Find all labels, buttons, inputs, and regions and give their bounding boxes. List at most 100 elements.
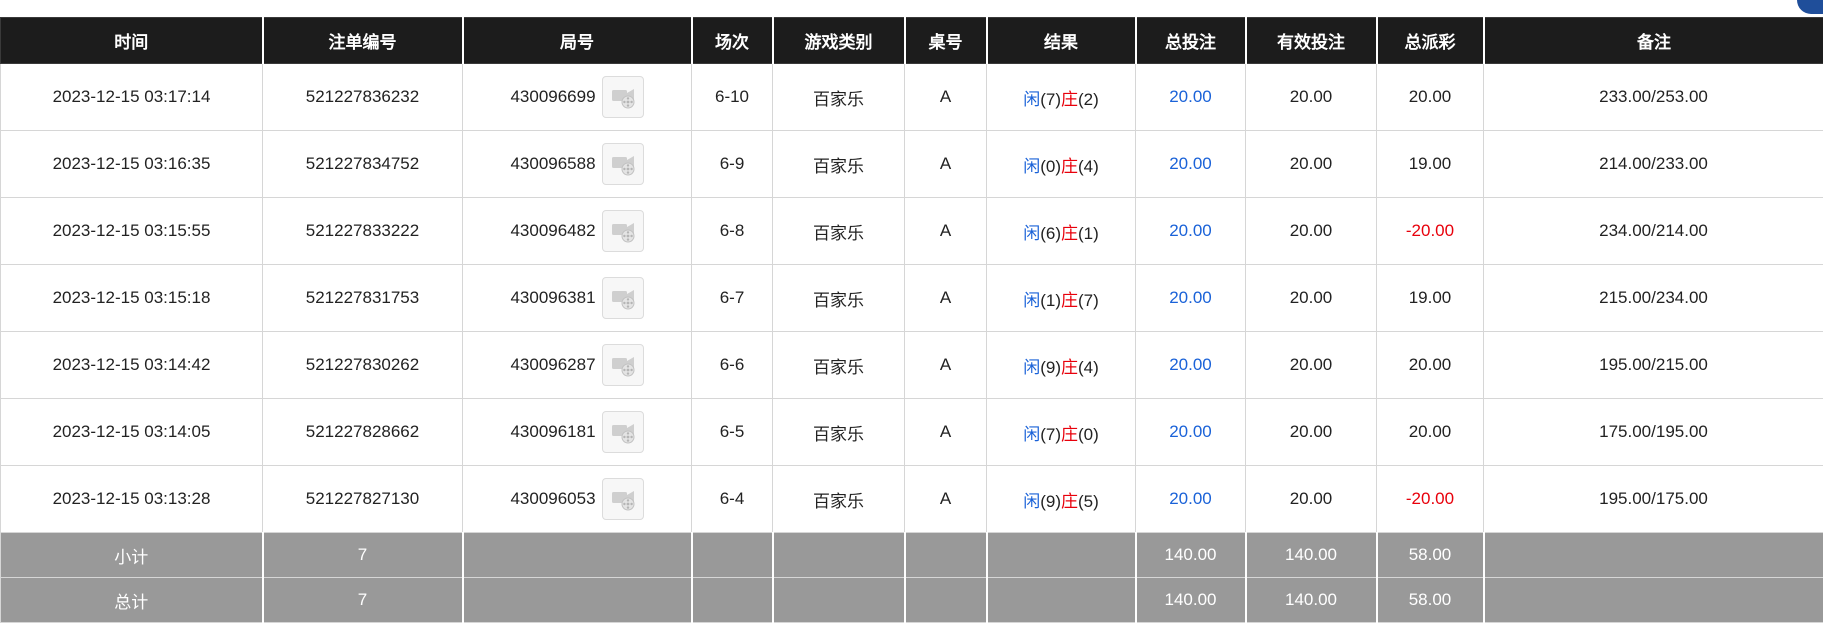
cell-valid-bet: 20.00 bbox=[1246, 466, 1377, 533]
result-banker-score: (4) bbox=[1078, 358, 1099, 377]
video-replay-button[interactable] bbox=[602, 210, 644, 252]
header-table-no: 桌号 bbox=[905, 18, 987, 64]
cell-time: 2023-12-15 03:13:28 bbox=[1, 466, 263, 533]
video-replay-button[interactable] bbox=[602, 478, 644, 520]
round-id-text: 430096699 bbox=[510, 87, 595, 107]
cell-result: 闲(9)庄(5) bbox=[987, 466, 1136, 533]
cell-time: 2023-12-15 03:14:42 bbox=[1, 332, 263, 399]
round-id-group: 430096482 bbox=[510, 210, 643, 252]
cell-payout: -20.00 bbox=[1377, 466, 1484, 533]
round-id-text: 430096588 bbox=[510, 154, 595, 174]
cell-total-bet: 20.00 bbox=[1136, 265, 1246, 332]
header-payout: 总派彩 bbox=[1377, 18, 1484, 64]
video-replay-button[interactable] bbox=[602, 143, 644, 185]
cell-session: 6-5 bbox=[692, 399, 773, 466]
result-player-score: (6) bbox=[1040, 224, 1061, 243]
bet-record-table: 时间 注单编号 局号 场次 游戏类别 桌号 结果 总投注 有效投注 总派彩 备注… bbox=[0, 17, 1823, 623]
video-replay-button[interactable] bbox=[602, 277, 644, 319]
round-id-group: 430096053 bbox=[510, 478, 643, 520]
cell-payout: 19.00 bbox=[1377, 265, 1484, 332]
table-row: 2023-12-15 03:15:55521227833222430096482… bbox=[1, 198, 1823, 265]
cell-result: 闲(1)庄(7) bbox=[987, 265, 1136, 332]
cell-bet-id: 521227828662 bbox=[263, 399, 463, 466]
round-id-text: 430096381 bbox=[510, 288, 595, 308]
result-banker-label: 庄 bbox=[1061, 492, 1078, 511]
cell-table-no: A bbox=[905, 399, 987, 466]
result-player-label: 闲 bbox=[1023, 358, 1040, 377]
result-banker-label: 庄 bbox=[1061, 90, 1078, 109]
cell-result: 闲(9)庄(4) bbox=[987, 332, 1136, 399]
header-note: 备注 bbox=[1484, 18, 1823, 64]
cell-valid-bet: 20.00 bbox=[1246, 131, 1377, 198]
header-game-type: 游戏类别 bbox=[773, 18, 905, 64]
result-banker-score: (2) bbox=[1078, 90, 1099, 109]
cell-table-no: A bbox=[905, 64, 987, 131]
round-id-text: 430096287 bbox=[510, 355, 595, 375]
cell-result: 闲(7)庄(0) bbox=[987, 399, 1136, 466]
result-player-label: 闲 bbox=[1023, 425, 1040, 444]
cell-time: 2023-12-15 03:17:14 bbox=[1, 64, 263, 131]
cell-time: 2023-12-15 03:15:18 bbox=[1, 265, 263, 332]
cell-total-bet: 20.00 bbox=[1136, 466, 1246, 533]
cell-table-no: A bbox=[905, 265, 987, 332]
cell-total-bet: 20.00 bbox=[1136, 198, 1246, 265]
table-body: 2023-12-15 03:17:14521227836232 430096699… bbox=[1, 64, 1823, 533]
table-row: 2023-12-15 03:13:28521227827130430096053… bbox=[1, 466, 1823, 533]
result-player-score: (9) bbox=[1040, 492, 1061, 511]
cell-table-no: A bbox=[905, 332, 987, 399]
header-time: 时间 bbox=[1, 18, 263, 64]
subtotal-empty bbox=[463, 533, 692, 578]
cell-note: 214.00/233.00 bbox=[1484, 131, 1823, 198]
total-valid-bet: 140.00 bbox=[1246, 578, 1377, 623]
video-replay-button[interactable] bbox=[602, 411, 644, 453]
round-id-group: 430096381 bbox=[510, 277, 643, 319]
table-header-row: 时间 注单编号 局号 场次 游戏类别 桌号 结果 总投注 有效投注 总派彩 备注 bbox=[1, 18, 1823, 64]
total-empty bbox=[692, 578, 773, 623]
cell-game-type: 百家乐 bbox=[773, 198, 905, 265]
video-replay-icon bbox=[609, 486, 637, 512]
result-banker-label: 庄 bbox=[1061, 157, 1078, 176]
subtotal-empty bbox=[987, 533, 1136, 578]
top-edge bbox=[0, 0, 1823, 17]
cell-game-type: 百家乐 bbox=[773, 466, 905, 533]
header-round-id: 局号 bbox=[463, 18, 692, 64]
cell-result: 闲(6)庄(1) bbox=[987, 198, 1136, 265]
subtotal-payout: 58.00 bbox=[1377, 533, 1484, 578]
result-player-label: 闲 bbox=[1023, 291, 1040, 310]
subtotal-empty bbox=[773, 533, 905, 578]
cell-session: 6-10 bbox=[692, 64, 773, 131]
cell-bet-id: 521227830262 bbox=[263, 332, 463, 399]
header-total-bet: 总投注 bbox=[1136, 18, 1246, 64]
result-banker-score: (7) bbox=[1078, 291, 1099, 310]
cell-round-id: 430096588 bbox=[463, 131, 692, 198]
bet-record-table-wrap: 时间 注单编号 局号 场次 游戏类别 桌号 结果 总投注 有效投注 总派彩 备注… bbox=[0, 17, 1823, 623]
cell-bet-id: 521227831753 bbox=[263, 265, 463, 332]
table-row: 2023-12-15 03:14:42521227830262 430096287… bbox=[1, 332, 1823, 399]
cell-round-id: 430096053 bbox=[463, 466, 692, 533]
round-id-group: 430096181 bbox=[510, 411, 643, 453]
result-player-label: 闲 bbox=[1023, 492, 1040, 511]
result-banker-label: 庄 bbox=[1061, 291, 1078, 310]
subtotal-valid-bet: 140.00 bbox=[1246, 533, 1377, 578]
cell-result: 闲(0)庄(4) bbox=[987, 131, 1136, 198]
total-empty bbox=[905, 578, 987, 623]
result-player-label: 闲 bbox=[1023, 157, 1040, 176]
video-replay-button[interactable] bbox=[602, 76, 644, 118]
cell-game-type: 百家乐 bbox=[773, 332, 905, 399]
video-replay-icon bbox=[609, 419, 637, 445]
cell-bet-id: 521227836232 bbox=[263, 64, 463, 131]
cell-valid-bet: 20.00 bbox=[1246, 265, 1377, 332]
subtotal-label: 小计 bbox=[1, 533, 263, 578]
cell-note: 195.00/175.00 bbox=[1484, 466, 1823, 533]
cell-payout: -20.00 bbox=[1377, 198, 1484, 265]
video-replay-button[interactable] bbox=[602, 344, 644, 386]
subtotal-count: 7 bbox=[263, 533, 463, 578]
table-row: 2023-12-15 03:16:35521227834752430096588… bbox=[1, 131, 1823, 198]
total-empty bbox=[1484, 578, 1823, 623]
result-player-score: (7) bbox=[1040, 425, 1061, 444]
round-id-group: 430096287 bbox=[510, 344, 643, 386]
cell-payout: 20.00 bbox=[1377, 399, 1484, 466]
cell-note: 215.00/234.00 bbox=[1484, 265, 1823, 332]
cell-total-bet: 20.00 bbox=[1136, 64, 1246, 131]
header-valid-bet: 有效投注 bbox=[1246, 18, 1377, 64]
